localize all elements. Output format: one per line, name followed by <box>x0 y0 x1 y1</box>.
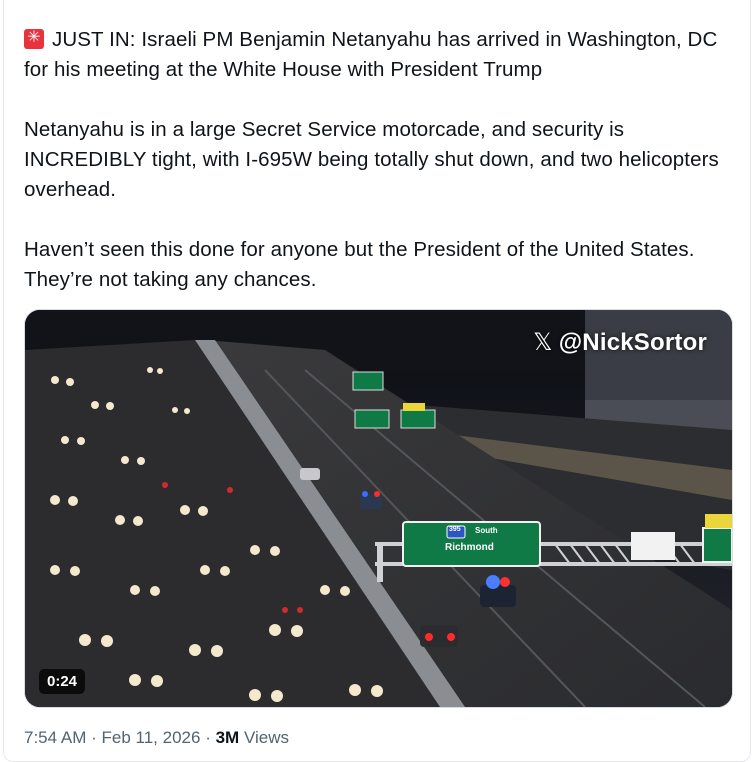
tweet-metadata: 7:54 AM · Feb 11, 2026 · 3M Views <box>24 728 289 748</box>
meta-separator: · <box>205 728 211 747</box>
meta-separator: · <box>91 728 97 747</box>
tweet-date[interactable]: Feb 11, 2026 <box>102 728 201 747</box>
tweet-paragraph-1-text: JUST IN: Israeli PM Benjamin Netanyahu h… <box>24 28 718 81</box>
views-count: 3M <box>215 728 240 747</box>
tweet-paragraph-2: Netanyahu is in a large Secret Service m… <box>24 118 719 201</box>
sign-destination: Richmond <box>445 542 494 553</box>
tweet-paragraph-1: JUST IN: Israeli PM Benjamin Netanyahu h… <box>24 25 724 85</box>
watermark-handle: @NickSortor <box>558 329 707 356</box>
views-label: Views <box>243 728 289 747</box>
rotating-light-icon <box>24 27 44 49</box>
watermark: 𝕏 @NickSortor <box>533 328 707 357</box>
tweet-time[interactable]: 7:54 AM <box>24 728 86 747</box>
video-frame <box>25 310 732 707</box>
sign-shield: 395 <box>449 526 461 533</box>
tweet-paragraph-3: Haven’t seen this done for anyone but th… <box>24 238 695 291</box>
video-player[interactable]: 395 South Richmond 𝕏 @NickSortor 0:24 <box>24 309 733 708</box>
tweet-body: JUST IN: Israeli PM Benjamin Netanyahu h… <box>24 25 724 295</box>
sign-direction: South <box>475 526 498 535</box>
video-duration-badge: 0:24 <box>39 669 86 694</box>
overhead-sign: 395 South Richmond <box>403 522 540 566</box>
x-logo-icon: 𝕏 <box>533 329 553 356</box>
